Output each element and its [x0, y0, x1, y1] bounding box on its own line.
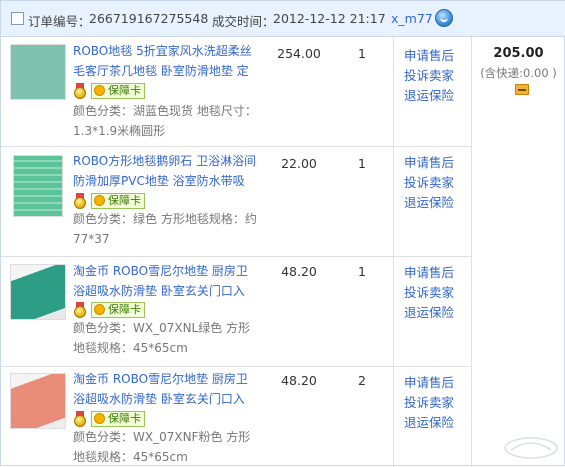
order-item-row: ROBO方形地毯鹅卵石 卫浴淋浴间 防滑加厚PVC地垫 浴室防水带吸 保障卡 颜…	[1, 147, 471, 257]
order-header: 订单编号： 266719167275548 成交时间： 2012-12-12 2…	[1, 1, 565, 37]
medal-icon	[73, 302, 87, 318]
complain-seller-link[interactable]: 投诉卖家	[404, 283, 464, 303]
item-quantity: 1	[358, 156, 366, 171]
item-actions: 申请售后 投诉卖家 退运保险	[404, 373, 464, 433]
complain-seller-link[interactable]: 投诉卖家	[404, 393, 464, 413]
item-price: 48.20	[281, 264, 317, 279]
product-thumbnail[interactable]	[13, 155, 63, 217]
return-insurance-link[interactable]: 退运保险	[404, 193, 464, 213]
order-total: 205.00	[493, 46, 544, 61]
order-number-label: 订单编号：	[28, 14, 91, 29]
item-actions: 申请售后 投诉卖家 退运保险	[404, 263, 464, 323]
product-spec-line: 颜色分类：WX_07XNL绿色 方形	[73, 321, 251, 335]
complain-seller-link[interactable]: 投诉卖家	[404, 173, 464, 193]
item-quantity: 1	[358, 46, 366, 61]
apply-after-sale-link[interactable]: 申请售后	[404, 46, 464, 66]
payment-card-icon[interactable]	[515, 84, 529, 95]
item-actions: 申请售后 投诉卖家 退运保险	[404, 153, 464, 213]
column-divider	[471, 37, 472, 467]
product-title-line[interactable]: ROBO地毯 5折宜家风水洗超柔丝	[73, 41, 265, 61]
item-price: 48.20	[281, 373, 317, 388]
product-title-line[interactable]: 防滑加厚PVC地垫 浴室防水带吸	[73, 171, 265, 191]
order-item-row: 淘金币 ROBO雪尼尔地垫 厨房卫 浴超吸水防滑垫 卧室玄关门口入 保障卡 颜色…	[1, 367, 471, 467]
buyer-link[interactable]: x_m77	[391, 11, 433, 26]
return-insurance-link[interactable]: 退运保险	[404, 303, 464, 323]
order-number: 266719167275548	[89, 11, 209, 26]
order-item-row: 淘金币 ROBO雪尼尔地垫 厨房卫 浴超吸水防滑垫 卧室玄关门口入 保障卡 颜色…	[1, 257, 471, 367]
product-spec: 颜色分类：WX_07XNL绿色 方形 地毯规格：45*65cm	[73, 318, 263, 358]
guarantee-card-label: 保障卡	[108, 303, 141, 316]
product-title-line[interactable]: 淘金币 ROBO雪尼尔地垫 厨房卫	[73, 369, 265, 389]
coin-icon	[94, 413, 105, 424]
apply-after-sale-link[interactable]: 申请售后	[404, 373, 464, 393]
product-thumbnail[interactable]	[10, 373, 66, 429]
product-spec-line: 地毯规格：45*65cm	[73, 341, 188, 355]
product-title-line[interactable]: 浴超吸水防滑垫 卧室玄关门口入	[73, 389, 265, 409]
shipping-note: (含快递:0.00 )	[480, 66, 557, 80]
wangwang-chat-icon[interactable]	[435, 9, 453, 27]
medal-icon	[73, 83, 87, 99]
apply-after-sale-link[interactable]: 申请售后	[404, 153, 464, 173]
product-spec: 颜色分类：绿色 方形地毯规格：约 77*37	[73, 209, 263, 249]
return-insurance-link[interactable]: 退运保险	[404, 86, 464, 106]
medal-icon	[73, 411, 87, 427]
product-spec-line: 颜色分类：WX_07XNF粉色 方形	[73, 430, 251, 444]
column-divider	[393, 37, 394, 467]
product-spec-line: 地毯规格：45*65cm	[73, 450, 188, 464]
order-card: 订单编号： 266719167275548 成交时间： 2012-12-12 2…	[0, 0, 565, 467]
product-spec-line: 1.3*1.9米椭圆形	[73, 124, 166, 138]
guarantee-card-label: 保障卡	[108, 84, 141, 97]
item-price: 254.00	[277, 46, 321, 61]
product-spec: 颜色分类：WX_07XNF粉色 方形 地毯规格：45*65cm	[73, 427, 263, 467]
guarantee-card-label: 保障卡	[108, 412, 141, 425]
coin-icon	[94, 195, 105, 206]
coin-icon	[94, 85, 105, 96]
watermark-logo-icon	[504, 437, 558, 459]
product-title[interactable]: ROBO方形地毯鹅卵石 卫浴淋浴间 防滑加厚PVC地垫 浴室防水带吸	[73, 151, 265, 191]
item-actions: 申请售后 投诉卖家 退运保险	[404, 46, 464, 106]
deal-time: 2012-12-12 21:17	[273, 11, 386, 26]
item-price: 22.00	[281, 156, 317, 171]
order-checkbox[interactable]	[11, 12, 24, 25]
guarantee-card-label: 保障卡	[108, 194, 141, 207]
guarantee-card-tag[interactable]: 保障卡	[91, 302, 145, 318]
product-spec-line: 颜色分类：绿色 方形地毯规格：约	[73, 212, 257, 226]
deal-time-label: 成交时间：	[212, 14, 275, 29]
product-title-line[interactable]: 淘金币 ROBO雪尼尔地垫 厨房卫	[73, 261, 265, 281]
product-spec-line: 颜色分类：湖蓝色现货 地毯尺寸：	[73, 104, 257, 118]
apply-after-sale-link[interactable]: 申请售后	[404, 263, 464, 283]
product-title[interactable]: ROBO地毯 5折宜家风水洗超柔丝 毛客厅茶几地毯 卧室防滑地垫 定	[73, 41, 265, 81]
product-spec-line: 77*37	[73, 232, 110, 246]
product-thumbnail[interactable]	[10, 44, 66, 100]
product-title-line[interactable]: 浴超吸水防滑垫 卧室玄关门口入	[73, 281, 265, 301]
item-quantity: 1	[358, 264, 366, 279]
item-quantity: 2	[358, 373, 366, 388]
medal-icon	[73, 193, 87, 209]
guarantee-card-tag[interactable]: 保障卡	[91, 83, 145, 99]
guarantee-card-tag[interactable]: 保障卡	[91, 193, 145, 209]
product-title[interactable]: 淘金币 ROBO雪尼尔地垫 厨房卫 浴超吸水防滑垫 卧室玄关门口入	[73, 369, 265, 409]
guarantee-card-tag[interactable]: 保障卡	[91, 411, 145, 427]
product-title-line[interactable]: 毛客厅茶几地毯 卧室防滑地垫 定	[73, 61, 265, 81]
product-title[interactable]: 淘金币 ROBO雪尼尔地垫 厨房卫 浴超吸水防滑垫 卧室玄关门口入	[73, 261, 265, 301]
coin-icon	[94, 304, 105, 315]
complain-seller-link[interactable]: 投诉卖家	[404, 66, 464, 86]
product-thumbnail[interactable]	[10, 264, 66, 320]
product-spec: 颜色分类：湖蓝色现货 地毯尺寸： 1.3*1.9米椭圆形	[73, 101, 263, 141]
return-insurance-link[interactable]: 退运保险	[404, 413, 464, 433]
order-item-row: ROBO地毯 5折宜家风水洗超柔丝 毛客厅茶几地毯 卧室防滑地垫 定 保障卡 颜…	[1, 37, 471, 147]
product-title-line[interactable]: ROBO方形地毯鹅卵石 卫浴淋浴间	[73, 151, 265, 171]
